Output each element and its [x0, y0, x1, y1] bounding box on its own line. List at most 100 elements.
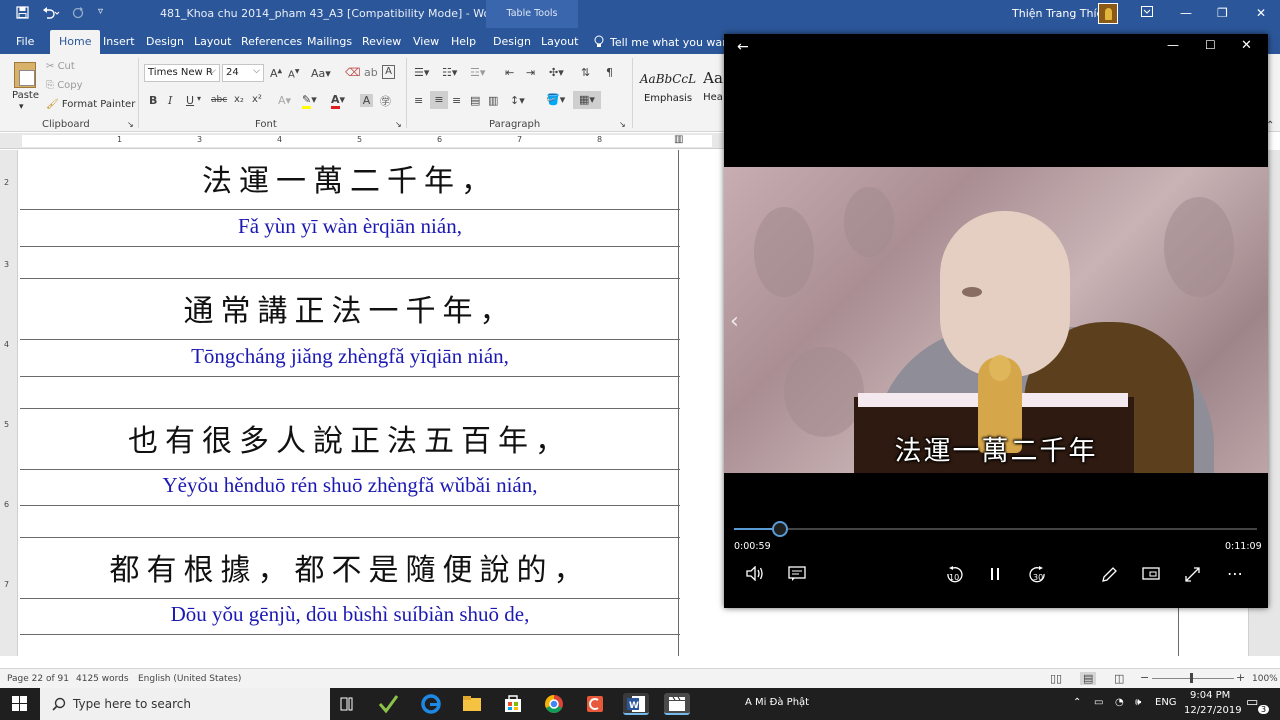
maximize-icon[interactable]: ☐ — [1205, 38, 1216, 52]
bold-button[interactable]: B — [149, 94, 157, 107]
file-explorer-icon[interactable] — [459, 693, 485, 715]
zoom-slider-thumb[interactable] — [1190, 673, 1193, 683]
tab-file[interactable]: File — [16, 35, 34, 48]
store-icon[interactable] — [500, 693, 526, 715]
hanzi-line-cell[interactable]: 法運一萬二千年， — [20, 150, 680, 210]
zoom-out-button[interactable]: − — [1140, 671, 1149, 684]
undo-icon[interactable] — [42, 6, 60, 23]
close-icon[interactable]: ✕ — [1241, 38, 1252, 53]
change-case-button[interactable]: Aa▾ — [311, 67, 331, 80]
borders-icon[interactable]: ▦▾ — [573, 91, 601, 109]
italic-button[interactable]: I — [168, 94, 172, 107]
superscript-button[interactable]: x² — [252, 94, 262, 105]
character-shading-icon[interactable]: A — [360, 94, 373, 107]
align-left-icon[interactable]: ≡ — [414, 94, 423, 107]
chrome-browser-icon[interactable] — [541, 693, 567, 715]
read-mode-icon[interactable]: ▯▯ — [1050, 672, 1062, 685]
mini-view-icon[interactable] — [1142, 566, 1160, 585]
paste-icon[interactable] — [14, 62, 36, 88]
print-layout-icon[interactable]: ▤ — [1080, 672, 1097, 685]
tab-layout[interactable]: Layout — [194, 35, 231, 48]
font-launcher-icon[interactable]: ↘ — [395, 120, 402, 129]
minimize-icon[interactable]: — — [1180, 6, 1192, 20]
blank-cell[interactable] — [20, 248, 680, 279]
more-options-icon[interactable]: ⋯ — [1227, 564, 1244, 583]
enclose-characters-icon[interactable]: ㊫ — [380, 93, 391, 109]
bullets-icon[interactable]: ☰▾ — [414, 66, 429, 79]
tab-home[interactable]: Home — [50, 30, 101, 54]
red-app-icon[interactable] — [582, 693, 608, 715]
pause-icon[interactable] — [988, 566, 1002, 586]
word-count[interactable]: 4125 words — [76, 674, 129, 684]
input-language[interactable]: ENG — [1155, 697, 1177, 708]
hanzi-line-cell[interactable]: 通常講正法一千年， — [20, 280, 680, 340]
hanzi-line-cell[interactable]: 都有根據，都不是隨便說的， — [20, 539, 680, 599]
forward-30-icon[interactable]: 30 — [1028, 566, 1048, 588]
font-size-select[interactable]: 24 ⌵ — [222, 64, 264, 82]
clock-date[interactable]: 12/27/2019 — [1184, 705, 1242, 716]
seek-bar-thumb[interactable] — [772, 521, 789, 537]
tab-references[interactable]: References — [241, 35, 302, 48]
blank-cell[interactable] — [20, 378, 680, 409]
zoom-level[interactable]: 100% — [1252, 674, 1278, 684]
cut-button[interactable]: ✂ Cut — [46, 61, 75, 72]
action-center-icon[interactable]: ▭ — [1246, 695, 1258, 710]
clock-time[interactable]: 9:04 PM — [1190, 690, 1230, 701]
numbering-icon[interactable]: ☷▾ — [442, 66, 457, 79]
show-hidden-icons-icon[interactable]: ⌃ — [1073, 697, 1081, 708]
volume-icon[interactable] — [746, 565, 764, 585]
tab-design[interactable]: Design — [146, 35, 184, 48]
font-color-icon[interactable]: A▾ — [331, 93, 345, 109]
distributed-icon[interactable]: ▥ — [488, 94, 498, 107]
tab-table-layout[interactable]: Layout — [541, 35, 578, 48]
pinyin-line-cell[interactable]: Tōngcháng jiǎng zhèngfǎ yīqiān nián, — [20, 341, 680, 377]
column-marker-icon[interactable]: ▥ — [674, 134, 683, 145]
minimize-icon[interactable]: — — [1167, 38, 1179, 52]
horizontal-ruler[interactable]: 1 3 4 5 6 7 8 ▥ — [0, 133, 724, 149]
hanzi-line-cell[interactable]: 也有很多人說正法五百年， — [20, 410, 680, 470]
zoom-slider-track[interactable] — [1152, 678, 1234, 679]
copy-button[interactable]: ⎘ Copy — [46, 80, 83, 91]
chevron-down-icon[interactable]: ▾ — [197, 94, 201, 103]
video-player-window[interactable]: ← — ☐ ✕ 法運一萬二千年 ‹ 0:00:59 0:11:09 10 30 — [724, 34, 1268, 608]
paste-dropdown-icon[interactable]: ▾ — [19, 102, 24, 112]
pinyin-line-cell[interactable]: Fǎ yùn yī wàn èrqiān nián, — [20, 211, 680, 247]
tab-help[interactable]: Help — [451, 35, 476, 48]
character-border-icon[interactable]: A — [382, 65, 395, 79]
save-icon[interactable] — [16, 6, 29, 23]
battery-icon[interactable]: ▭ — [1094, 697, 1103, 708]
highlight-color-icon[interactable]: ✎▾ — [302, 93, 317, 109]
underline-button[interactable]: U — [186, 94, 194, 107]
restore-icon[interactable]: ❐ — [1217, 6, 1228, 20]
vertical-ruler[interactable]: 2 3 4 5 6 7 — [0, 150, 18, 656]
task-view-icon[interactable] — [334, 693, 360, 715]
format-painter-button[interactable]: 🖌 Format Painter — [46, 99, 135, 110]
user-avatar[interactable] — [1098, 3, 1118, 24]
ribbon-display-options-icon[interactable] — [1141, 6, 1153, 20]
windows-start-icon[interactable] — [12, 696, 28, 712]
wifi-icon[interactable]: ◔ — [1115, 697, 1124, 708]
seek-bar[interactable] — [734, 528, 1257, 530]
pen-icon[interactable] — [1100, 566, 1118, 588]
fullscreen-icon[interactable] — [1184, 566, 1201, 587]
zoom-in-button[interactable]: + — [1236, 671, 1245, 684]
justify-icon[interactable]: ▤ — [470, 94, 480, 107]
video-frame[interactable]: 法運一萬二千年 ‹ — [724, 167, 1268, 473]
tab-table-design[interactable]: Design — [493, 35, 531, 48]
movies-tv-app-icon[interactable] — [664, 693, 690, 715]
tab-review[interactable]: Review — [362, 35, 401, 48]
redo-icon[interactable] — [72, 6, 84, 23]
style-emphasis[interactable]: AaBbCcL Emphasis — [638, 62, 698, 106]
pinyin-line-cell[interactable]: Dōu yǒu gēnjù, dōu bùshì suíbiàn shuō de… — [20, 599, 680, 635]
align-center-icon[interactable]: ≡ — [430, 91, 448, 109]
signed-in-user[interactable]: Thiện Trang Thích — [1012, 7, 1110, 20]
notification-count[interactable]: 3 — [1258, 705, 1270, 714]
pinyin-line-cell[interactable]: Yěyǒu hěnduō rén shuō zhèngfǎ wǔbǎi nián… — [20, 470, 680, 506]
decrease-indent-icon[interactable]: ⇤ — [505, 66, 514, 79]
chevron-left-icon[interactable]: ‹ — [730, 309, 739, 334]
strikethrough-button[interactable]: abc — [211, 95, 227, 105]
asian-layout-icon[interactable]: ✣▾ — [549, 66, 564, 79]
clipboard-launcher-icon[interactable]: ↘ — [127, 120, 134, 129]
phonetic-guide-icon[interactable]: ab — [364, 66, 378, 79]
now-playing-title[interactable]: A Mi Đà Phật — [745, 697, 809, 708]
